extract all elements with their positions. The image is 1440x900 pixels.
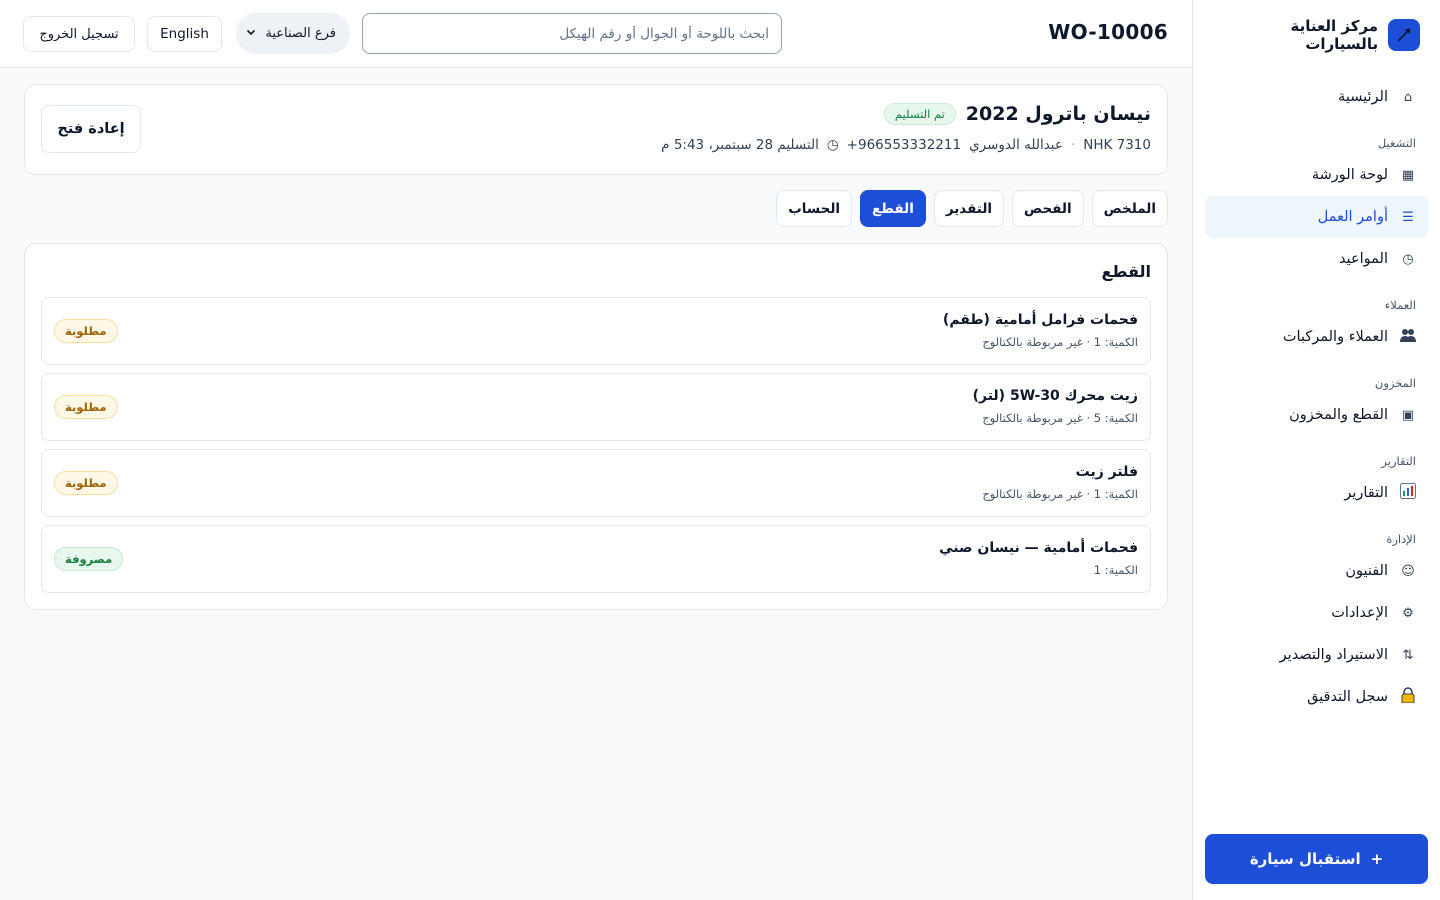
sidebar-item-label: الاستيراد والتصدير xyxy=(1279,647,1388,663)
language-button[interactable]: English xyxy=(147,16,222,52)
receive-vehicle-label: استقبال سيارة xyxy=(1249,850,1361,868)
bar-chart-icon xyxy=(1400,483,1416,503)
sidebar-item-audit-log[interactable]: سجل التدقيق xyxy=(1205,676,1428,718)
main-content: نيسان باترول 2022 تم التسليم NHK 7310 · … xyxy=(0,68,1192,900)
sidebar-item-label: الإعدادات xyxy=(1331,605,1388,621)
sidebar-item-parts-inventory[interactable]: ▣ القطع والمخزون xyxy=(1205,394,1428,436)
sidebar-item-home[interactable]: ⌂ الرئيسية xyxy=(1205,76,1428,118)
sidebar-item-label: سجل التدقيق xyxy=(1307,689,1388,705)
status-badge: مطلوبة xyxy=(54,471,118,495)
sidebar-item-label: الرئيسية xyxy=(1338,89,1388,105)
clock-icon: ◷ xyxy=(826,137,839,153)
smile-icon: ☺ xyxy=(1401,563,1415,579)
users-icon xyxy=(1400,328,1416,346)
search-input[interactable] xyxy=(362,13,782,54)
sidebar-item-label: لوحة الورشة xyxy=(1311,167,1388,183)
sidebar-item-label: الفنيون xyxy=(1345,563,1388,579)
home-icon: ⌂ xyxy=(1403,89,1413,105)
brand-name: مركز العناية بالسيارات xyxy=(1290,17,1379,53)
part-name: زيت محرك 5W-30 (لتر) xyxy=(972,388,1138,404)
part-name: فحمات أمامية — نيسان صني xyxy=(939,540,1138,556)
branch-label: فرع الصناعية xyxy=(265,26,336,41)
sidebar-item-settings[interactable]: ⚙ الإعدادات xyxy=(1205,592,1428,634)
tab-parts[interactable]: القطع xyxy=(860,190,926,227)
tab-estimate[interactable]: التقدير xyxy=(933,190,1005,227)
swap-icon: ⇅ xyxy=(1402,647,1414,663)
receive-vehicle-button[interactable]: + استقبال سيارة xyxy=(1205,834,1428,884)
vehicle-plate: NHK 7310 xyxy=(1083,137,1151,153)
sidebar-section-customers: العملاء xyxy=(1384,298,1416,312)
sidebar-section-inventory: المخزون xyxy=(1374,376,1416,390)
delivery-time: التسليم 28 سبتمبر، 5:43 م xyxy=(661,137,819,153)
status-badge: تم التسليم xyxy=(883,103,956,125)
sidebar-item-appointments[interactable]: ◷ المواعيد xyxy=(1205,238,1428,280)
sidebar-section-operations: التشغيل xyxy=(1377,136,1416,150)
sidebar-item-import-export[interactable]: ⇅ الاستيراد والتصدير xyxy=(1205,634,1428,676)
clock-icon: ◷ xyxy=(1402,251,1414,267)
plus-icon: + xyxy=(1370,850,1384,868)
tab-summary[interactable]: الملخص xyxy=(1091,190,1168,227)
list-item[interactable]: فلتر زيت الكمية: 1 · غير مربوطة بالكتالو… xyxy=(41,449,1151,517)
vehicle-title-row: نيسان باترول 2022 تم التسليم xyxy=(883,103,1151,125)
branch-select[interactable]: فرع الصناعية xyxy=(236,13,350,54)
part-details: الكمية: 5 · غير مربوطة بالكتالوج xyxy=(982,411,1138,425)
sidebar-section-reports: التقارير xyxy=(1381,454,1416,468)
part-name: فحمات فرامل أمامية (طقم) xyxy=(942,312,1138,328)
vehicle-card: نيسان باترول 2022 تم التسليم NHK 7310 · … xyxy=(24,84,1168,175)
box-icon: ▣ xyxy=(1401,407,1415,423)
sidebar-item-label: القطع والمخزون xyxy=(1289,407,1388,423)
list-item[interactable]: زيت محرك 5W-30 (لتر) الكمية: 5 · غير مرب… xyxy=(41,373,1151,441)
lock-icon xyxy=(1400,687,1416,707)
app-root: مركز العناية بالسيارات ⌂ الرئيسية التشغي… xyxy=(0,0,1440,900)
sidebar-item-technicians[interactable]: ☺ الفنيون xyxy=(1205,550,1428,592)
customer-name: عبدالله الدوسري xyxy=(969,137,1063,153)
parts-card: القطع فحمات فرامل أمامية (طقم) الكمية: 1… xyxy=(24,243,1168,610)
vehicle-title: نيسان باترول 2022 xyxy=(965,103,1151,125)
sidebar: مركز العناية بالسيارات ⌂ الرئيسية التشغي… xyxy=(1192,0,1440,900)
tabs: الملخص الفحص التقدير القطع الحساب xyxy=(776,190,1168,227)
tab-invoice[interactable]: الحساب xyxy=(776,190,853,227)
separator-dot: · xyxy=(1070,137,1076,153)
sidebar-nav: ⌂ الرئيسية التشغيل ▦ لوحة الورشة ☰ أوامر… xyxy=(1205,76,1428,718)
list-icon: ☰ xyxy=(1402,209,1414,225)
wrench-icon xyxy=(1388,19,1420,51)
sidebar-item-reports[interactable]: التقارير xyxy=(1205,472,1428,514)
sidebar-item-label: أوامر العمل xyxy=(1317,209,1388,225)
work-order-id: WO-10006 xyxy=(1048,20,1168,44)
part-details: الكمية: 1 · غير مربوطة بالكتالوج xyxy=(982,335,1138,349)
customer-phone: +966553332211 xyxy=(846,137,962,153)
sidebar-item-label: المواعيد xyxy=(1339,251,1388,267)
list-item[interactable]: فحمات أمامية — نيسان صني الكمية: 1 مصروف… xyxy=(41,525,1151,593)
tab-inspection[interactable]: الفحص xyxy=(1012,190,1084,227)
status-badge: مطلوبة xyxy=(54,395,118,419)
vehicle-meta: NHK 7310 · عبدالله الدوسري +966553332211… xyxy=(661,137,1151,153)
gear-icon: ⚙ xyxy=(1402,605,1414,621)
sidebar-item-label: التقارير xyxy=(1344,485,1388,501)
part-details: الكمية: 1 · غير مربوطة بالكتالوج xyxy=(982,487,1138,501)
parts-title: القطع xyxy=(1101,262,1151,281)
sidebar-section-admin: الإدارة xyxy=(1386,532,1416,546)
brand[interactable]: مركز العناية بالسيارات xyxy=(1213,17,1420,53)
sidebar-item-label: العملاء والمركبات xyxy=(1282,329,1388,345)
part-details: الكمية: 1 xyxy=(1093,563,1138,577)
reopen-button[interactable]: إعادة فتح xyxy=(41,105,141,153)
grid-icon: ▦ xyxy=(1401,167,1415,183)
parts-list: فحمات فرامل أمامية (طقم) الكمية: 1 · غير… xyxy=(41,297,1151,601)
status-badge: مطلوبة xyxy=(54,319,118,343)
sidebar-item-work-orders[interactable]: ☰ أوامر العمل xyxy=(1205,196,1428,238)
topbar: WO-10006 فرع الصناعية English تسجيل الخر… xyxy=(0,0,1192,68)
status-badge: مصروفة xyxy=(54,547,124,571)
part-name: فلتر زيت xyxy=(1075,464,1138,480)
sidebar-item-customers-vehicles[interactable]: العملاء والمركبات xyxy=(1205,316,1428,358)
chevron-down-icon xyxy=(246,26,256,41)
sidebar-item-workshop-board[interactable]: ▦ لوحة الورشة xyxy=(1205,154,1428,196)
list-item[interactable]: فحمات فرامل أمامية (طقم) الكمية: 1 · غير… xyxy=(41,297,1151,365)
logout-button[interactable]: تسجيل الخروج xyxy=(23,16,135,52)
